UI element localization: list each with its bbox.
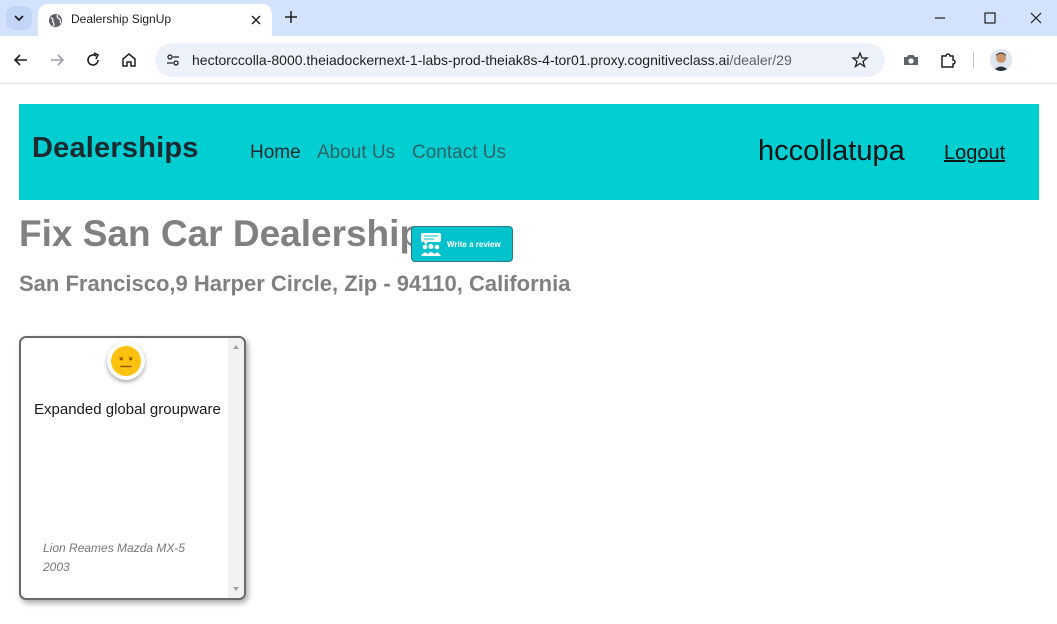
neutral-face-icon xyxy=(107,342,145,380)
profile-avatar[interactable] xyxy=(990,49,1012,71)
logout-link[interactable]: Logout xyxy=(944,142,1005,165)
scroll-down-arrow-icon[interactable] xyxy=(233,587,239,591)
url-host: hectorccolla-8000.theiadockernext-1-labs… xyxy=(192,52,730,68)
write-review-icon xyxy=(421,233,441,256)
site-settings-icon[interactable] xyxy=(165,52,181,68)
url-text: hectorccolla-8000.theiadockernext-1-labs… xyxy=(192,52,792,68)
site-navbar: Dealerships Home About Us Contact Us hcc… xyxy=(19,104,1039,200)
url-path: /dealer/29 xyxy=(729,52,792,68)
browser-tab-bar: Dealership SignUp xyxy=(0,0,1057,36)
browser-toolbar: hectorccolla-8000.theiadockernext-1-labs… xyxy=(0,36,1057,84)
browser-tab[interactable]: Dealership SignUp xyxy=(38,4,272,36)
back-icon[interactable] xyxy=(11,50,31,70)
minimize-icon[interactable] xyxy=(930,8,950,28)
nav-link-home[interactable]: Home xyxy=(250,142,301,164)
camera-icon[interactable] xyxy=(901,50,921,70)
tab-title: Dealership SignUp xyxy=(71,12,172,26)
review-text: Expanded global groupware xyxy=(34,401,221,418)
write-review-label: Write a review xyxy=(447,239,501,249)
globe-icon xyxy=(48,13,63,28)
close-window-icon[interactable] xyxy=(1026,8,1046,28)
address-bar[interactable]: hectorccolla-8000.theiadockernext-1-labs… xyxy=(155,43,885,77)
toolbar-divider xyxy=(973,52,974,68)
review-car-info: Lion Reames Mazda MX-5 2003 xyxy=(43,541,186,574)
site-brand[interactable]: Dealerships xyxy=(32,132,199,165)
review-card: Expanded global groupware Lion Reames Ma… xyxy=(19,336,246,600)
nav-link-contact[interactable]: Contact Us xyxy=(412,142,506,164)
plus-icon[interactable] xyxy=(282,8,300,26)
maximize-icon[interactable] xyxy=(980,8,1000,28)
tab-search-icon[interactable] xyxy=(6,6,32,30)
scroll-up-arrow-icon[interactable] xyxy=(233,345,239,349)
nav-link-about[interactable]: About Us xyxy=(317,142,395,164)
dealer-name: Fix San Car Dealership xyxy=(19,213,423,254)
forward-icon[interactable] xyxy=(47,50,67,70)
username-label: hccollatupa xyxy=(758,135,905,167)
write-review-button[interactable]: Write a review xyxy=(411,226,513,262)
close-icon[interactable] xyxy=(247,11,265,29)
extensions-icon[interactable] xyxy=(938,50,958,70)
home-icon[interactable] xyxy=(119,50,139,70)
review-scrollbar[interactable] xyxy=(228,338,244,598)
star-icon[interactable] xyxy=(851,51,869,69)
dealer-address: San Francisco,9 Harper Circle, Zip - 941… xyxy=(19,271,571,296)
reload-icon[interactable] xyxy=(83,50,103,70)
